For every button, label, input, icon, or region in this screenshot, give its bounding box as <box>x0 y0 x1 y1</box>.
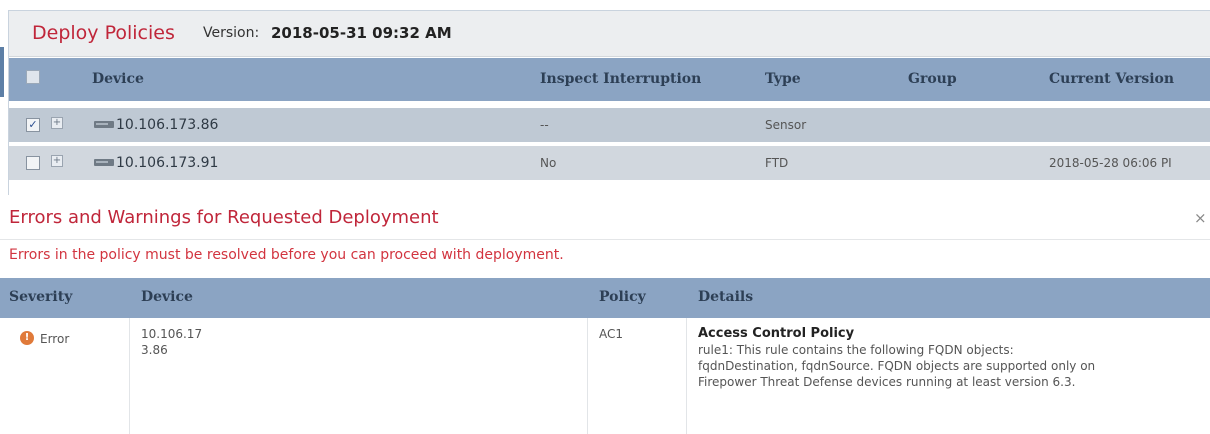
row-checkbox[interactable] <box>26 156 40 170</box>
close-icon[interactable]: × <box>1194 209 1207 227</box>
details-text: rule1: This rule contains the following … <box>698 342 1208 390</box>
errors-warnings-dialog: Errors and Warnings for Requested Deploy… <box>0 195 1210 434</box>
version-label: Version: <box>203 25 260 41</box>
table-row[interactable]: ✓ + 10.106.173.86 -- Sensor <box>9 108 1210 142</box>
severity-value: Error <box>40 332 70 346</box>
device-icon <box>94 121 114 128</box>
current-version-value: 2018-05-28 06:06 PI <box>1049 156 1172 170</box>
column-header-device[interactable]: Device <box>92 71 144 87</box>
deploy-table-header: Device Inspect Interruption Type Group C… <box>9 58 1210 101</box>
version-value: 2018-05-31 09:32 AM <box>271 24 452 42</box>
expand-icon[interactable]: + <box>51 155 63 167</box>
column-header-device[interactable]: Device <box>141 289 193 305</box>
details-line: Firepower Threat Defense devices running… <box>698 375 1076 389</box>
column-divider <box>686 318 687 434</box>
column-header-inspect-interruption[interactable]: Inspect Interruption <box>540 71 701 87</box>
details-title: Access Control Policy <box>698 326 855 341</box>
errors-table-header: Severity Device Policy Details <box>0 278 1210 318</box>
column-header-severity[interactable]: Severity <box>9 289 72 305</box>
column-divider <box>587 318 588 434</box>
table-row[interactable]: + 10.106.173.91 No FTD 2018-05-28 06:06 … <box>9 146 1210 180</box>
device-value-line1: 10.106.17 <box>141 327 203 341</box>
expand-icon[interactable]: + <box>51 117 63 129</box>
type-value: Sensor <box>765 118 807 132</box>
type-value: FTD <box>765 156 789 170</box>
select-all-checkbox[interactable] <box>26 70 40 84</box>
column-header-current-version[interactable]: Current Version <box>1049 71 1174 87</box>
deploy-policies-panel: Deploy Policies Version: 2018-05-31 09:3… <box>8 10 1210 200</box>
column-header-policy[interactable]: Policy <box>599 289 646 305</box>
policy-value: AC1 <box>599 327 624 341</box>
device-value-line2: 3.86 <box>141 343 168 357</box>
error-message: Errors in the policy must be resolved be… <box>9 247 564 263</box>
details-line: rule1: This rule contains the following … <box>698 343 1014 357</box>
device-icon <box>94 159 114 166</box>
panel-side-accent <box>0 47 4 97</box>
divider <box>0 239 1210 240</box>
column-header-details[interactable]: Details <box>698 289 753 305</box>
details-line: fqdnDestination, fqdnSource. FQDN object… <box>698 359 1096 373</box>
device-ip: 10.106.173.86 <box>116 117 219 133</box>
error-icon: ! <box>20 331 34 345</box>
device-ip: 10.106.173.91 <box>116 155 219 171</box>
inspect-interruption-value: No <box>540 156 557 170</box>
deploy-policies-header: Deploy Policies Version: 2018-05-31 09:3… <box>9 11 1210 57</box>
dialog-title: Errors and Warnings for Requested Deploy… <box>9 207 439 228</box>
column-divider <box>129 318 130 434</box>
inspect-interruption-value: -- <box>540 118 549 132</box>
column-header-group[interactable]: Group <box>908 71 957 87</box>
row-checkbox[interactable]: ✓ <box>26 118 40 132</box>
deploy-policies-title: Deploy Policies <box>32 22 175 44</box>
table-row: ! Error 10.106.17 3.86 AC1 Access Contro… <box>0 318 1210 434</box>
column-header-type[interactable]: Type <box>765 71 801 87</box>
